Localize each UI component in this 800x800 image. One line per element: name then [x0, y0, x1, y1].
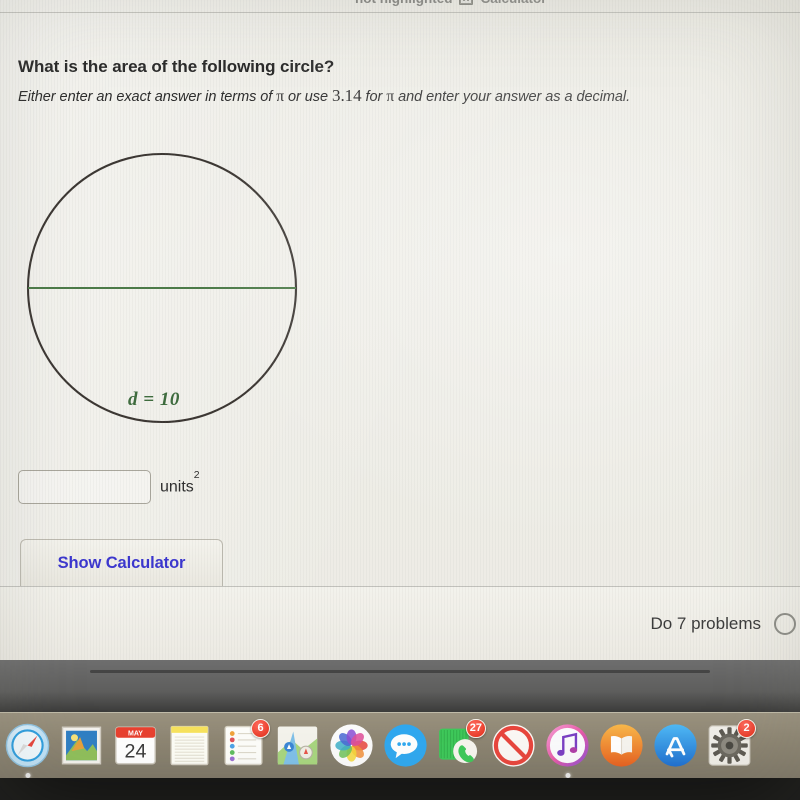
- instruction-text-4: and enter your answer as a decimal.: [394, 89, 631, 105]
- svg-text:24: 24: [125, 740, 147, 762]
- safari-icon: [5, 723, 50, 768]
- pi-numeric-value: 3.14: [332, 86, 362, 105]
- dock-item-safari[interactable]: [2, 720, 53, 778]
- header-calculator-label: Calculator: [480, 0, 546, 6]
- notes-icon: [167, 723, 212, 768]
- pi-symbol-1: π: [276, 88, 285, 105]
- photos-icon: [329, 723, 374, 768]
- calculator-icon: [459, 0, 474, 5]
- units-text: units: [160, 478, 194, 496]
- calendar-icon: MAY 24: [113, 723, 158, 768]
- window-edge-seam: [90, 670, 710, 673]
- books-icon: [599, 723, 644, 768]
- messages-icon: [383, 723, 428, 768]
- desktop-background: [0, 660, 800, 712]
- dock-item-facetime[interactable]: 27: [434, 718, 486, 772]
- instruction-text-1: Either enter an exact answer in terms of: [18, 89, 277, 105]
- circle-figure: d = 10: [0, 140, 340, 450]
- dock-item-notes[interactable]: [164, 720, 215, 772]
- show-calculator-label: Show Calculator: [57, 553, 186, 572]
- header-cutoff-text: not highlighted: [355, 0, 452, 6]
- dock-badge-reminders: 6: [251, 718, 270, 738]
- units-exponent: 2: [193, 469, 200, 482]
- answer-row: units2: [18, 469, 200, 504]
- answer-input[interactable]: [18, 470, 151, 504]
- instruction-text-3: for: [361, 89, 387, 105]
- dock-item-photos[interactable]: [326, 720, 377, 772]
- pi-symbol-2: π: [386, 88, 395, 105]
- dock-item-system-preferences[interactable]: 2: [704, 718, 756, 772]
- dock-running-indicator-safari: [25, 772, 30, 778]
- music-note-icon: [545, 723, 590, 768]
- units-label: units2: [160, 469, 200, 496]
- show-calculator-button[interactable]: Show Calculator: [20, 539, 223, 586]
- instruction-text-2: or use: [284, 89, 333, 105]
- dock-item-maps[interactable]: [272, 720, 323, 772]
- svg-text:MAY: MAY: [128, 731, 143, 738]
- exercise-footer: Do 7 problems: [0, 587, 800, 660]
- no-entry-icon: [491, 723, 536, 768]
- dock-badge-system-preferences: 2: [737, 718, 756, 738]
- laptop-screen-photo: not highlighted Calculator What is the a…: [0, 0, 800, 800]
- question-title: What is the area of the following circle…: [18, 57, 335, 76]
- dock-item-calendar[interactable]: MAY 24: [110, 720, 161, 772]
- dock-item-books[interactable]: [596, 720, 647, 772]
- header-divider: [0, 12, 800, 13]
- dock-running-indicator-music: [565, 772, 570, 778]
- diameter-label: d = 10: [128, 389, 180, 410]
- mail-stamp-icon: [59, 723, 104, 768]
- screen-bezel: [0, 778, 800, 800]
- dock-item-music[interactable]: [542, 720, 593, 778]
- question-instruction: Either enter an exact answer in terms of…: [18, 86, 630, 106]
- dock-item-messages[interactable]: [380, 720, 431, 772]
- dock-item-reminders[interactable]: 6: [218, 718, 270, 772]
- dock-item-do-not-disturb[interactable]: [488, 720, 539, 772]
- maps-icon: [275, 723, 320, 768]
- dock-item-app-store[interactable]: [650, 720, 701, 772]
- dock-item-mail[interactable]: [56, 720, 107, 772]
- circle-outline-icon[interactable]: [774, 612, 796, 635]
- do-problems-label: Do 7 problems: [650, 613, 761, 633]
- dock-badge-facetime: 27: [465, 718, 486, 738]
- app-store-icon: [653, 723, 698, 768]
- macos-dock: MAY 24 6 27 2: [0, 712, 800, 778]
